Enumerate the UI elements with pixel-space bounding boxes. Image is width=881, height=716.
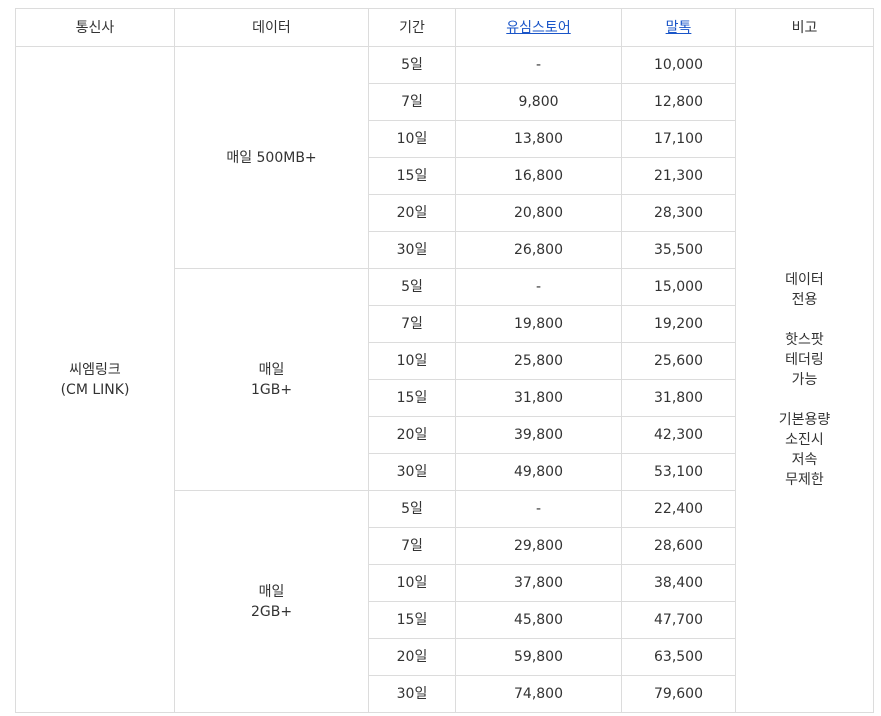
maltalk-price-cell: 12,800 [621,83,736,121]
usimstore-price-cell: 49,800 [455,453,622,491]
carrier-cell: 씨엠링크 (CM LINK) [15,46,175,713]
maltalk-price-cell: 15,000 [621,268,736,306]
maltalk-price-cell: 25,600 [621,342,736,380]
usimstore-price-cell: 29,800 [455,527,622,565]
period-cell: 15일 [368,157,456,195]
usimstore-price-cell: 31,800 [455,379,622,417]
header-row: 통신사 데이터 기간 유심스토어 말톡 비고 [15,8,874,47]
maltalk-price-cell: 10,000 [621,46,736,84]
usimstore-price-cell: 25,800 [455,342,622,380]
maltalk-price-cell: 35,500 [621,231,736,269]
usimstore-price-cell: 59,800 [455,638,622,676]
usimstore-price-cell: - [455,490,622,528]
pricing-table-body: 씨엠링크 (CM LINK) 매일 500MB+ 5일 -10,000 데이터 전용 핫… [15,46,874,713]
usimstore-price-cell: 16,800 [455,157,622,195]
period-cell: 15일 [368,601,456,639]
maltalk-price-cell: 19,200 [621,305,736,343]
maltalk-price-cell: 28,600 [621,527,736,565]
period-cell: 10일 [368,564,456,602]
pricing-table: 통신사 데이터 기간 유심스토어 말톡 비고 씨엠링크 (CM LINK) 매일 … [15,8,874,713]
period-cell: 5일 [368,490,456,528]
maltalk-price-cell: 47,700 [621,601,736,639]
usimstore-price-cell: 26,800 [455,231,622,269]
usimstore-price-cell: - [455,268,622,306]
period-cell: 5일 [368,268,456,306]
maltalk-price-cell: 38,400 [621,564,736,602]
plan-label-cell: 매일 2GB+ [174,490,369,713]
maltalk-price-cell: 21,300 [621,157,736,195]
period-cell: 15일 [368,379,456,417]
period-cell: 10일 [368,342,456,380]
maltalk-link[interactable]: 말톡 [666,20,692,36]
usimstore-price-cell: 13,800 [455,120,622,158]
maltalk-price-cell: 22,400 [621,490,736,528]
usimstore-link[interactable]: 유심스토어 [506,20,570,36]
usimstore-price-cell: 74,800 [455,675,622,713]
period-cell: 7일 [368,305,456,343]
usimstore-price-cell: 37,800 [455,564,622,602]
maltalk-price-cell: 79,600 [621,675,736,713]
plan-label-cell: 매일 1GB+ [174,268,369,491]
maltalk-price-cell: 63,500 [621,638,736,676]
period-cell: 20일 [368,194,456,232]
maltalk-price-cell: 28,300 [621,194,736,232]
header-data: 데이터 [174,8,369,47]
usimstore-price-cell: - [455,46,622,84]
usimstore-price-cell: 45,800 [455,601,622,639]
header-maltalk: 말톡 [621,8,736,47]
header-usimstore: 유심스토어 [455,8,622,47]
period-cell: 5일 [368,46,456,84]
maltalk-price-cell: 42,300 [621,416,736,454]
maltalk-price-cell: 53,100 [621,453,736,491]
usimstore-price-cell: 20,800 [455,194,622,232]
usimstore-price-cell: 19,800 [455,305,622,343]
header-note: 비고 [735,8,874,47]
note-cell: 데이터 전용 핫스팟 테더링 가능 기본용량 소진시 저속 무제한 [735,46,874,713]
header-period: 기간 [368,8,456,47]
period-cell: 20일 [368,416,456,454]
period-cell: 20일 [368,638,456,676]
plan-label-cell: 매일 500MB+ [174,46,369,269]
period-cell: 7일 [368,527,456,565]
period-cell: 10일 [368,120,456,158]
maltalk-price-cell: 17,100 [621,120,736,158]
period-cell: 30일 [368,675,456,713]
period-cell: 7일 [368,83,456,121]
period-cell: 30일 [368,453,456,491]
usimstore-price-cell: 39,800 [455,416,622,454]
header-carrier: 통신사 [15,8,175,47]
pricing-table-container: 통신사 데이터 기간 유심스토어 말톡 비고 씨엠링크 (CM LINK) 매일 … [15,8,874,713]
period-cell: 30일 [368,231,456,269]
usimstore-price-cell: 9,800 [455,83,622,121]
table-row: 씨엠링크 (CM LINK) 매일 500MB+ 5일 -10,000 데이터 전용 핫… [15,46,874,713]
maltalk-price-cell: 31,800 [621,379,736,417]
